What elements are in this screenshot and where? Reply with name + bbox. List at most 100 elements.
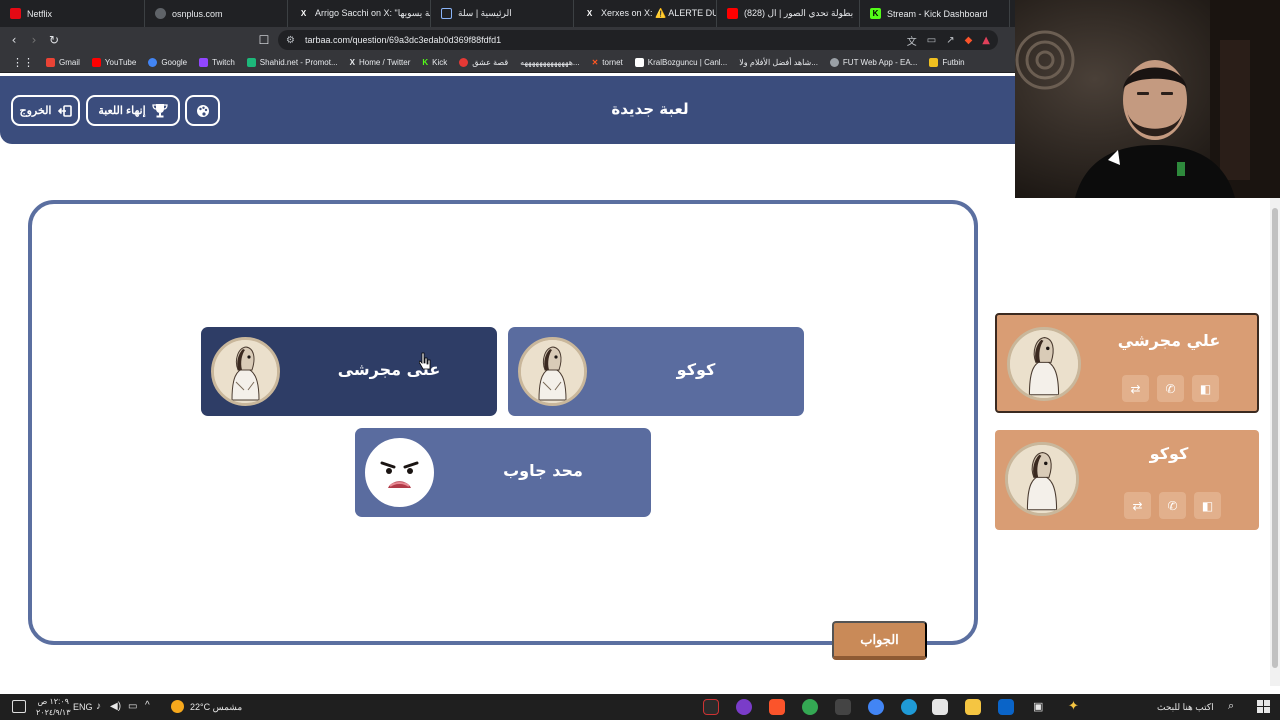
bookmark-google[interactable]: Google bbox=[142, 58, 193, 67]
app-icon-1[interactable] bbox=[703, 699, 719, 715]
bookmark-twitter[interactable]: X Home / Twitter bbox=[344, 58, 417, 67]
swap-button[interactable]: ⇄ bbox=[1122, 375, 1149, 402]
cast-icon[interactable]: ▭ bbox=[927, 35, 936, 46]
bookmark-label: Futbin bbox=[942, 58, 965, 67]
tab-kick-dashboard[interactable]: K Stream - Kick Dashboard bbox=[860, 0, 1010, 27]
bookmark-hhh[interactable]: هههههههههههههه... bbox=[514, 58, 585, 67]
bookmark-fut[interactable]: FUT Web App - EA... bbox=[824, 58, 923, 67]
player-card-nobody[interactable]: محد جاوب bbox=[355, 428, 651, 517]
weather-text[interactable]: 22°C مشمس bbox=[190, 702, 242, 713]
omnibox-actions: 文 ▭ ↗ ◆ ▲ bbox=[907, 30, 990, 50]
trophy-icon bbox=[152, 104, 168, 118]
share-icon[interactable]: ↗ bbox=[946, 35, 954, 46]
network-icon[interactable]: ▭ bbox=[128, 701, 137, 712]
outlook-icon[interactable] bbox=[998, 699, 1014, 715]
chrome-icon[interactable] bbox=[802, 699, 818, 715]
bookmark-futbin[interactable]: Futbin bbox=[923, 58, 970, 67]
kick-icon: K bbox=[422, 58, 429, 67]
translate-icon[interactable]: 文 bbox=[907, 33, 917, 48]
page-icon bbox=[634, 58, 644, 67]
mic-icon[interactable]: ♪ bbox=[96, 701, 101, 712]
google-icon bbox=[148, 58, 158, 67]
clock[interactable]: ١٢:٠٩ ص ٢٠٢٤/٩/١٣ bbox=[36, 696, 71, 718]
tab-xerxes[interactable]: X Xerxes on X: ⚠️ ALERTE DU bbox=[574, 0, 717, 27]
bookmark-kick[interactable]: K Kick bbox=[416, 58, 453, 67]
reload-icon[interactable]: ↻ bbox=[44, 27, 64, 53]
tab-salla[interactable]: الرئيسية | سلة bbox=[431, 0, 574, 27]
call-button[interactable]: ✆ bbox=[1159, 492, 1186, 519]
brave-icon[interactable] bbox=[769, 699, 785, 715]
split-button[interactable]: ◧ bbox=[1192, 375, 1219, 402]
bookmark-movies[interactable]: شاهد أفضل الأفلام ولا... bbox=[733, 58, 824, 67]
bookmark-twitch[interactable]: Twitch bbox=[193, 58, 241, 67]
copilot-icon[interactable]: ✦ bbox=[1068, 698, 1079, 714]
page-scrollbar[interactable] bbox=[1270, 198, 1280, 686]
bookmark-qisa[interactable]: قصة عشق bbox=[453, 58, 514, 67]
rewards-icon[interactable]: ▲ bbox=[982, 35, 990, 46]
folder-icon[interactable] bbox=[965, 699, 981, 715]
clock-time: ١٢:٠٩ ص bbox=[37, 697, 69, 706]
bookmark-label: Home / Twitter bbox=[358, 58, 411, 67]
bookmark-label: Kick bbox=[432, 58, 448, 67]
player-card-koko[interactable]: كوكو bbox=[508, 327, 804, 416]
bookmark-label: FUT Web App - EA... bbox=[842, 58, 918, 67]
tab-arrigo[interactable]: X Arrigo Sacchi on X: "لعبة يسويها bbox=[288, 0, 431, 27]
player-card-ali[interactable]: على مجرشى bbox=[201, 327, 497, 416]
palette-icon bbox=[196, 104, 209, 117]
bookmark-label: YouTube bbox=[104, 58, 137, 67]
tab-osnplus[interactable]: osnplus.com bbox=[145, 0, 288, 27]
bookmark-gmail[interactable]: Gmail bbox=[40, 58, 86, 67]
scrollbar-thumb[interactable] bbox=[1272, 208, 1278, 668]
site-info-icon[interactable]: ⚙ bbox=[286, 35, 295, 46]
sad-face-avatar bbox=[365, 438, 434, 507]
app-icon-2[interactable] bbox=[736, 699, 752, 715]
tab-title: (828) بطولة تحدي الصور | ال bbox=[744, 8, 854, 18]
app-icon-3[interactable] bbox=[835, 699, 851, 715]
edge-icon[interactable] bbox=[901, 699, 917, 715]
tab-title: osnplus.com bbox=[172, 8, 223, 19]
exit-button[interactable]: الخروج bbox=[11, 95, 80, 126]
back-icon[interactable]: ‹ bbox=[4, 27, 24, 53]
call-button[interactable]: ✆ bbox=[1157, 375, 1184, 402]
volume-icon[interactable]: ◀) bbox=[110, 701, 121, 712]
bookmark-label: قصة عشق bbox=[472, 58, 509, 67]
apps-icon[interactable]: ⋮⋮ bbox=[6, 56, 40, 69]
bookmark-tornet[interactable]: ✕ tornet bbox=[586, 58, 629, 67]
windows-start-icon[interactable] bbox=[1257, 700, 1270, 713]
search-icon[interactable]: ⌕ bbox=[1228, 700, 1234, 713]
webcam-overlay bbox=[1015, 0, 1280, 198]
chrome-icon[interactable] bbox=[868, 699, 884, 715]
forward-icon[interactable]: › bbox=[24, 27, 44, 53]
twitch-icon bbox=[199, 58, 209, 67]
bookmark-icon[interactable]: ☐ bbox=[254, 27, 274, 53]
bookmark-shahid[interactable]: Shahid.net - Promot... bbox=[241, 58, 344, 67]
search-box[interactable]: اكتب هنا للبحث bbox=[1157, 702, 1214, 713]
split-button[interactable]: ◧ bbox=[1194, 492, 1221, 519]
palette-button[interactable] bbox=[185, 95, 220, 126]
swap-button[interactable]: ⇄ bbox=[1124, 492, 1151, 519]
task-view-icon[interactable]: ▣ bbox=[1033, 700, 1043, 713]
tab-youtube[interactable]: (828) بطولة تحدي الصور | ال bbox=[717, 0, 860, 27]
bookmark-youtube[interactable]: YouTube bbox=[86, 58, 142, 67]
answer-button[interactable]: الجواب bbox=[832, 621, 927, 660]
phone-icon: ✆ bbox=[1167, 498, 1178, 513]
end-game-button[interactable]: إنهاء اللعبة bbox=[86, 95, 180, 126]
notification-icon[interactable] bbox=[12, 700, 26, 713]
bookmark-label: KralBozguncu | Canl... bbox=[647, 58, 728, 67]
bookmark-kral[interactable]: KralBozguncu | Canl... bbox=[629, 58, 733, 67]
youtube-icon bbox=[727, 8, 738, 19]
game-header: الخروج إنهاء اللعبة لعبة جديدة bbox=[0, 76, 1016, 144]
tab-netflix[interactable]: Netflix bbox=[0, 0, 145, 27]
bookmark-label: شاهد أفضل الأفلام ولا... bbox=[739, 58, 818, 67]
tab-title: Netflix bbox=[27, 8, 53, 19]
brave-shield-icon[interactable]: ◆ bbox=[965, 35, 973, 46]
store-icon[interactable] bbox=[932, 699, 948, 715]
team-card-ali[interactable]: علي مجرشي ⇄ ✆ ◧ bbox=[995, 313, 1259, 413]
omnibox[interactable]: ⚙ tarbaa.com/question/69a3dc3edab0d369f8… bbox=[278, 30, 998, 50]
language-indicator[interactable]: ENG bbox=[73, 702, 93, 712]
horse-icon bbox=[1008, 445, 1076, 513]
team-card-koko[interactable]: كوكو ⇄ ✆ ◧ bbox=[995, 430, 1259, 530]
chevron-up-icon[interactable]: ^ bbox=[145, 700, 150, 711]
clock-date: ٢٠٢٤/٩/١٣ bbox=[36, 708, 71, 717]
windows-taskbar: ١٢:٠٩ ص ٢٠٢٤/٩/١٣ ENG ♪ ◀) ▭ ^ 22°C مشمس… bbox=[0, 694, 1280, 720]
